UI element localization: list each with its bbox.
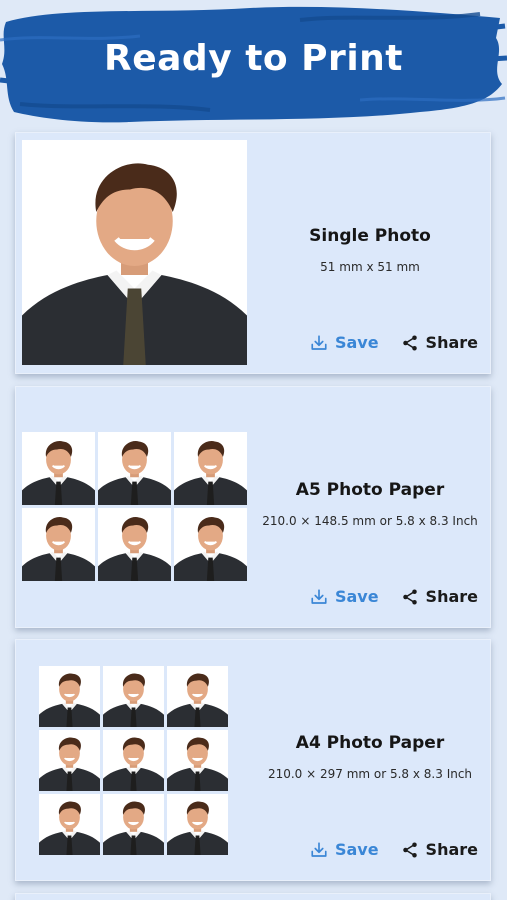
portrait-thumbnail bbox=[174, 432, 247, 505]
single-photo-preview bbox=[22, 140, 247, 365]
share-label: Share bbox=[425, 840, 478, 859]
print-option-card-a5[interactable]: A5 Photo Paper 210.0 × 148.5 mm or 5.8 x… bbox=[15, 386, 491, 628]
share-label: Share bbox=[425, 587, 478, 606]
print-option-size: 210.0 × 297 mm or 5.8 x 8.3 Inch bbox=[267, 767, 473, 781]
photo-info: A4 Photo Paper 210.0 × 297 mm or 5.8 x 8… bbox=[250, 733, 490, 781]
a4-photo-grid bbox=[39, 666, 229, 855]
header-banner: Ready to Print bbox=[0, 0, 507, 128]
share-button[interactable]: Share bbox=[401, 333, 478, 352]
print-option-title: A5 Photo Paper bbox=[295, 480, 445, 500]
card-actions: Save Share bbox=[310, 333, 478, 352]
share-icon bbox=[402, 335, 417, 350]
portrait-thumbnail bbox=[103, 730, 164, 791]
portrait-thumbnail bbox=[22, 508, 95, 581]
save-label: Save bbox=[334, 840, 379, 859]
print-option-title: A4 Photo Paper bbox=[295, 733, 445, 753]
portrait-thumbnail bbox=[167, 666, 228, 727]
print-option-size: 210.0 × 148.5 mm or 5.8 x 8.3 Inch bbox=[262, 514, 478, 528]
share-button[interactable]: Share bbox=[401, 587, 478, 606]
download-icon bbox=[311, 841, 327, 857]
card-actions: Save Share bbox=[310, 587, 478, 606]
download-icon bbox=[311, 588, 327, 604]
download-icon bbox=[311, 334, 327, 350]
save-button[interactable]: Save bbox=[310, 840, 379, 859]
print-option-card-next[interactable] bbox=[15, 893, 491, 900]
print-option-size: 51 mm x 51 mm bbox=[320, 260, 420, 274]
photo-info: Single Photo 51 mm x 51 mm bbox=[250, 226, 490, 274]
portrait-thumbnail bbox=[167, 794, 228, 855]
save-label: Save bbox=[334, 587, 379, 606]
portrait-thumbnail bbox=[39, 666, 100, 727]
portrait-thumbnail bbox=[103, 666, 164, 727]
print-option-card-a4[interactable]: A4 Photo Paper 210.0 × 297 mm or 5.8 x 8… bbox=[15, 639, 491, 881]
share-icon bbox=[402, 589, 417, 604]
photo-info: A5 Photo Paper 210.0 × 148.5 mm or 5.8 x… bbox=[250, 480, 490, 528]
portrait-thumbnail bbox=[174, 508, 247, 581]
share-icon bbox=[402, 842, 417, 857]
portrait-image bbox=[22, 140, 247, 365]
share-label: Share bbox=[425, 333, 478, 352]
print-option-title: Single Photo bbox=[309, 226, 431, 246]
a5-photo-grid bbox=[22, 432, 247, 581]
page-title: Ready to Print bbox=[104, 38, 403, 79]
portrait-thumbnail bbox=[103, 794, 164, 855]
save-button[interactable]: Save bbox=[310, 333, 379, 352]
save-label: Save bbox=[334, 333, 379, 352]
portrait-thumbnail bbox=[39, 730, 100, 791]
card-actions: Save Share bbox=[310, 840, 478, 859]
print-option-card-single[interactable]: Single Photo 51 mm x 51 mm Save Share bbox=[15, 132, 491, 374]
portrait-thumbnail bbox=[167, 730, 228, 791]
portrait-thumbnail bbox=[98, 508, 171, 581]
share-button[interactable]: Share bbox=[401, 840, 478, 859]
portrait-thumbnail bbox=[22, 432, 95, 505]
portrait-thumbnail bbox=[39, 794, 100, 855]
portrait-thumbnail bbox=[98, 432, 171, 505]
save-button[interactable]: Save bbox=[310, 587, 379, 606]
